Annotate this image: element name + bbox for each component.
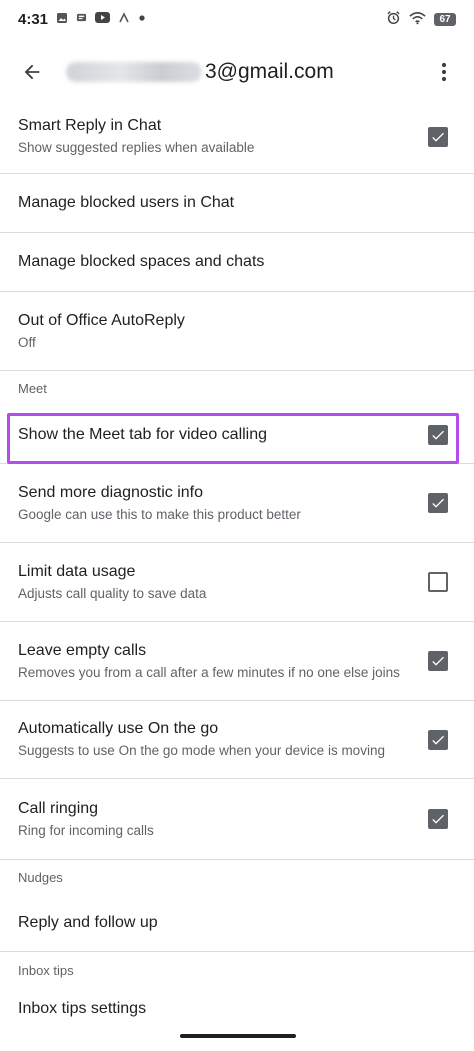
on-the-go-checkbox[interactable] [428,729,448,750]
setting-smart-reply[interactable]: Smart Reply in Chat Show suggested repli… [0,100,474,174]
setting-diagnostic-info[interactable]: Send more diagnostic info Google can use… [0,464,474,543]
more-vert-icon [441,62,447,82]
status-bar: 4:31 67 [0,0,474,38]
setting-title: Manage blocked users in Chat [18,194,235,211]
setting-title: Out of Office AutoReply [18,311,185,329]
check-icon [432,814,444,824]
setting-subtitle: Suggests to use On the go mode when your… [18,743,385,758]
setting-reply-follow-up[interactable]: Reply and follow up [0,894,474,951]
setting-subtitle: Adjusts call quality to save data [18,585,207,601]
arrow-back-icon [24,64,40,80]
setting-subtitle: Show suggested replies when available [18,140,255,155]
check-icon [432,498,444,508]
setting-subtitle: Off [18,334,36,350]
smart-reply-checkbox[interactable] [428,126,448,147]
diagnostic-checkbox[interactable] [428,493,448,513]
setting-on-the-go[interactable]: Automatically use On the go Suggests to … [0,701,474,779]
account-email-suffix: 3@gmail.com [205,60,334,83]
setting-leave-empty-calls[interactable]: Leave empty calls Removes you from a cal… [0,622,474,701]
back-button[interactable] [4,44,60,100]
settings-list: Smart Reply in Chat Show suggested repli… [0,100,474,1031]
redacted-email-prefix [66,62,202,82]
check-icon [432,430,444,440]
setting-subtitle: Google can use this to make this product… [18,506,301,522]
setting-title: Reply and follow up [18,913,158,931]
setting-blocked-spaces[interactable]: Manage blocked spaces and chats [0,233,474,292]
image-icon [56,12,68,27]
setting-call-ringing[interactable]: Call ringing Ring for incoming calls [0,779,474,859]
call-ringing-checkbox[interactable] [428,809,448,829]
wifi-icon [409,11,426,28]
app-bar: 3@gmail.com [0,44,474,100]
meet-tab-checkbox[interactable] [428,424,448,445]
notification-icon [76,12,87,26]
setting-meet-tab[interactable]: Show the Meet tab for video calling [0,406,474,464]
setting-limit-data[interactable]: Limit data usage Adjusts call quality to… [0,543,474,622]
status-time: 4:31 [18,10,49,28]
check-icon [432,656,444,666]
check-icon [432,735,444,745]
setting-title: Show the Meet tab for video calling [18,425,268,443]
alarm-icon [386,10,401,28]
setting-subtitle: Ring for incoming calls [18,822,154,838]
setting-title: Leave empty calls [18,641,147,659]
check-icon [432,132,444,142]
network-icon [118,11,130,27]
dot-icon [138,14,146,25]
setting-title: Send more diagnostic info [18,483,203,501]
setting-subtitle: Removes you from a call after a few minu… [18,664,400,680]
setting-inbox-tips[interactable]: Inbox tips settings [0,987,474,1031]
more-options-button[interactable] [420,44,468,100]
setting-title: Call ringing [18,799,99,817]
setting-title: Automatically use On the go [18,720,219,737]
limit-data-checkbox[interactable] [428,572,448,592]
leave-empty-checkbox[interactable] [428,651,448,671]
setting-out-of-office[interactable]: Out of Office AutoReply Off [0,292,474,370]
setting-title: Manage blocked spaces and chats [18,253,265,270]
section-header-inbox-tips: Inbox tips [0,951,474,987]
section-header-nudges: Nudges [0,859,474,894]
account-title: 3@gmail.com [66,60,334,84]
battery-indicator: 67 [434,12,456,26]
setting-title: Inbox tips settings [18,1000,147,1017]
section-header-meet: Meet [0,370,474,406]
setting-title: Smart Reply in Chat [18,117,162,134]
setting-blocked-users[interactable]: Manage blocked users in Chat [0,174,474,233]
home-indicator[interactable] [180,1034,296,1038]
youtube-icon [95,12,111,26]
setting-title: Limit data usage [18,562,136,580]
